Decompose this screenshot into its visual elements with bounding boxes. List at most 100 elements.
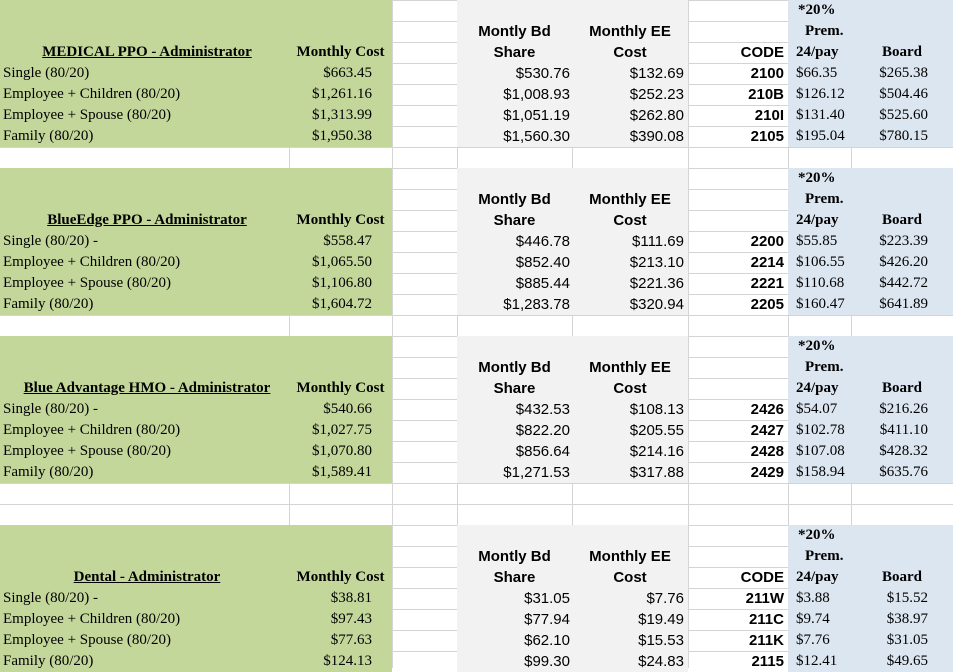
board-value[interactable]: $780.15: [851, 126, 928, 147]
monthly-cost-value[interactable]: $97.43: [289, 609, 372, 630]
board-share-value[interactable]: $1,560.30: [457, 126, 570, 147]
plan-code-value[interactable]: 2428: [688, 441, 784, 462]
monthly-cost-value[interactable]: $1,589.41: [289, 462, 372, 483]
board-share-value[interactable]: $852.40: [457, 252, 570, 273]
employee-cost-value[interactable]: $320.94: [572, 294, 684, 315]
employee-cost-value[interactable]: $262.80: [572, 105, 684, 126]
plan-tier-label[interactable]: Employee + Spouse (80/20): [3, 441, 292, 462]
monthly-cost-value[interactable]: $1,604.72: [289, 294, 372, 315]
board-value[interactable]: $49.65: [851, 651, 928, 672]
plan-code-value[interactable]: 2429: [688, 462, 784, 483]
plan-tier-label[interactable]: Employee + Spouse (80/20): [3, 273, 292, 294]
plan-tier-label[interactable]: Employee + Children (80/20): [3, 420, 292, 441]
plan-tier-label[interactable]: Employee + Children (80/20): [3, 84, 292, 105]
plan-tier-label[interactable]: Family (80/20): [3, 294, 292, 315]
employee-cost-value[interactable]: $111.69: [572, 231, 684, 252]
plan-code-value[interactable]: 2200: [688, 231, 784, 252]
monthly-cost-value[interactable]: $38.81: [289, 588, 372, 609]
board-share-value[interactable]: $856.64: [457, 441, 570, 462]
monthly-cost-value[interactable]: $1,950.38: [289, 126, 372, 147]
board-share-value[interactable]: $99.30: [457, 651, 570, 672]
plan-code-value[interactable]: 2205: [688, 294, 784, 315]
employee-cost-value[interactable]: $24.83: [572, 651, 684, 672]
employee-cost-value[interactable]: $15.53: [572, 630, 684, 651]
premium-per-pay-value[interactable]: $12.41: [796, 651, 859, 672]
premium-per-pay-value[interactable]: $102.78: [796, 420, 859, 441]
monthly-cost-value[interactable]: $1,313.99: [289, 105, 372, 126]
board-share-value[interactable]: $77.94: [457, 609, 570, 630]
plan-tier-label[interactable]: Employee + Spouse (80/20): [3, 105, 292, 126]
monthly-cost-value[interactable]: $540.66: [289, 399, 372, 420]
employee-cost-value[interactable]: $132.69: [572, 63, 684, 84]
board-value[interactable]: $38.97: [851, 609, 928, 630]
plan-code-value[interactable]: 210I: [688, 105, 784, 126]
plan-tier-label[interactable]: Single (80/20) -: [3, 231, 292, 252]
employee-cost-value[interactable]: $317.88: [572, 462, 684, 483]
board-value[interactable]: $411.10: [851, 420, 928, 441]
monthly-cost-value[interactable]: $1,261.16: [289, 84, 372, 105]
plan-code-value[interactable]: 2214: [688, 252, 784, 273]
monthly-cost-value[interactable]: $1,070.80: [289, 441, 372, 462]
plan-tier-label[interactable]: Family (80/20): [3, 462, 292, 483]
monthly-cost-value[interactable]: $1,027.75: [289, 420, 372, 441]
board-value[interactable]: $428.32: [851, 441, 928, 462]
board-share-value[interactable]: $446.78: [457, 231, 570, 252]
board-value[interactable]: $442.72: [851, 273, 928, 294]
board-share-value[interactable]: $530.76: [457, 63, 570, 84]
employee-cost-value[interactable]: $390.08: [572, 126, 684, 147]
employee-cost-value[interactable]: $213.10: [572, 252, 684, 273]
board-value[interactable]: $426.20: [851, 252, 928, 273]
board-value[interactable]: $525.60: [851, 105, 928, 126]
premium-per-pay-value[interactable]: $110.68: [796, 273, 859, 294]
plan-code-value[interactable]: 2426: [688, 399, 784, 420]
employee-cost-value[interactable]: $214.16: [572, 441, 684, 462]
plan-code-value[interactable]: 211K: [688, 630, 784, 651]
monthly-cost-value[interactable]: $124.13: [289, 651, 372, 672]
premium-per-pay-value[interactable]: $195.04: [796, 126, 859, 147]
plan-tier-label[interactable]: Family (80/20): [3, 651, 292, 672]
board-value[interactable]: $641.89: [851, 294, 928, 315]
board-share-value[interactable]: $432.53: [457, 399, 570, 420]
plan-code-value[interactable]: 211W: [688, 588, 784, 609]
plan-code-value[interactable]: 2100: [688, 63, 784, 84]
board-value[interactable]: $15.52: [851, 588, 928, 609]
premium-per-pay-value[interactable]: $9.74: [796, 609, 859, 630]
plan-tier-label[interactable]: Single (80/20): [3, 63, 292, 84]
premium-per-pay-value[interactable]: $131.40: [796, 105, 859, 126]
board-value[interactable]: $635.76: [851, 462, 928, 483]
board-share-value[interactable]: $1,271.53: [457, 462, 570, 483]
plan-tier-label[interactable]: Single (80/20) -: [3, 588, 292, 609]
board-share-value[interactable]: $31.05: [457, 588, 570, 609]
employee-cost-value[interactable]: $7.76: [572, 588, 684, 609]
employee-cost-value[interactable]: $19.49: [572, 609, 684, 630]
plan-code-value[interactable]: 2427: [688, 420, 784, 441]
board-share-value[interactable]: $1,283.78: [457, 294, 570, 315]
plan-tier-label[interactable]: Employee + Children (80/20): [3, 252, 292, 273]
premium-per-pay-value[interactable]: $160.47: [796, 294, 859, 315]
premium-per-pay-value[interactable]: $3.88: [796, 588, 859, 609]
plan-tier-label[interactable]: Single (80/20) -: [3, 399, 292, 420]
monthly-cost-value[interactable]: $1,065.50: [289, 252, 372, 273]
board-value[interactable]: $216.26: [851, 399, 928, 420]
plan-code-value[interactable]: 2115: [688, 651, 784, 672]
employee-cost-value[interactable]: $108.13: [572, 399, 684, 420]
board-share-value[interactable]: $1,008.93: [457, 84, 570, 105]
premium-per-pay-value[interactable]: $158.94: [796, 462, 859, 483]
monthly-cost-value[interactable]: $77.63: [289, 630, 372, 651]
premium-per-pay-value[interactable]: $126.12: [796, 84, 859, 105]
plan-code-value[interactable]: 210B: [688, 84, 784, 105]
board-share-value[interactable]: $1,051.19: [457, 105, 570, 126]
board-value[interactable]: $504.46: [851, 84, 928, 105]
monthly-cost-value[interactable]: $663.45: [289, 63, 372, 84]
premium-per-pay-value[interactable]: $66.35: [796, 63, 859, 84]
board-share-value[interactable]: $885.44: [457, 273, 570, 294]
employee-cost-value[interactable]: $221.36: [572, 273, 684, 294]
employee-cost-value[interactable]: $205.55: [572, 420, 684, 441]
board-value[interactable]: $265.38: [851, 63, 928, 84]
premium-per-pay-value[interactable]: $106.55: [796, 252, 859, 273]
board-value[interactable]: $223.39: [851, 231, 928, 252]
premium-per-pay-value[interactable]: $107.08: [796, 441, 859, 462]
monthly-cost-value[interactable]: $558.47: [289, 231, 372, 252]
premium-per-pay-value[interactable]: $55.85: [796, 231, 859, 252]
premium-per-pay-value[interactable]: $54.07: [796, 399, 859, 420]
